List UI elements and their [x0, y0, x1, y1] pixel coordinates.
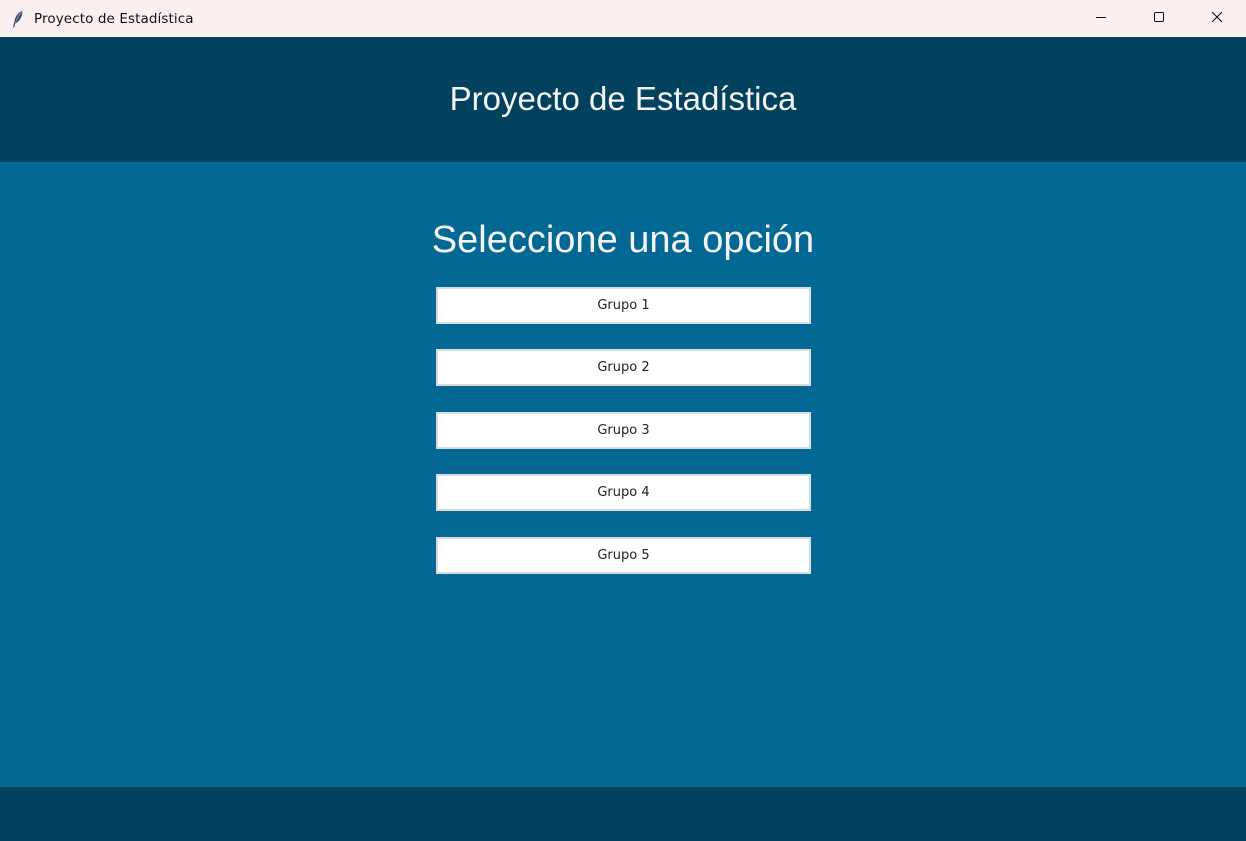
title-bar[interactable]: Proyecto de Estadística	[0, 0, 1246, 37]
grupo-5-button[interactable]: Grupo 5	[436, 537, 811, 574]
grupo-3-button[interactable]: Grupo 3	[436, 412, 811, 449]
app-window: Proyecto de Estadística Proyecto de Esta…	[0, 0, 1246, 841]
selection-prompt: Seleccione una opción	[431, 219, 815, 261]
close-button[interactable]	[1188, 0, 1246, 37]
window-controls	[1072, 0, 1246, 37]
maximize-button[interactable]	[1130, 0, 1188, 37]
header-band: Proyecto de Estadística	[0, 37, 1246, 162]
feather-icon	[11, 10, 25, 28]
grupo-1-button[interactable]: Grupo 1	[436, 287, 811, 324]
window-title: Proyecto de Estadística	[34, 10, 194, 27]
page-title: Proyecto de Estadística	[449, 79, 797, 117]
main-panel: Seleccione una opción Grupo 1 Grupo 2 Gr…	[0, 162, 1246, 787]
grupo-4-button[interactable]: Grupo 4	[436, 474, 811, 511]
footer-band	[0, 787, 1246, 841]
minimize-icon	[1095, 10, 1107, 28]
close-icon	[1211, 10, 1223, 28]
grupo-2-button[interactable]: Grupo 2	[436, 349, 811, 386]
minimize-button[interactable]	[1072, 0, 1130, 37]
maximize-icon	[1153, 10, 1165, 28]
